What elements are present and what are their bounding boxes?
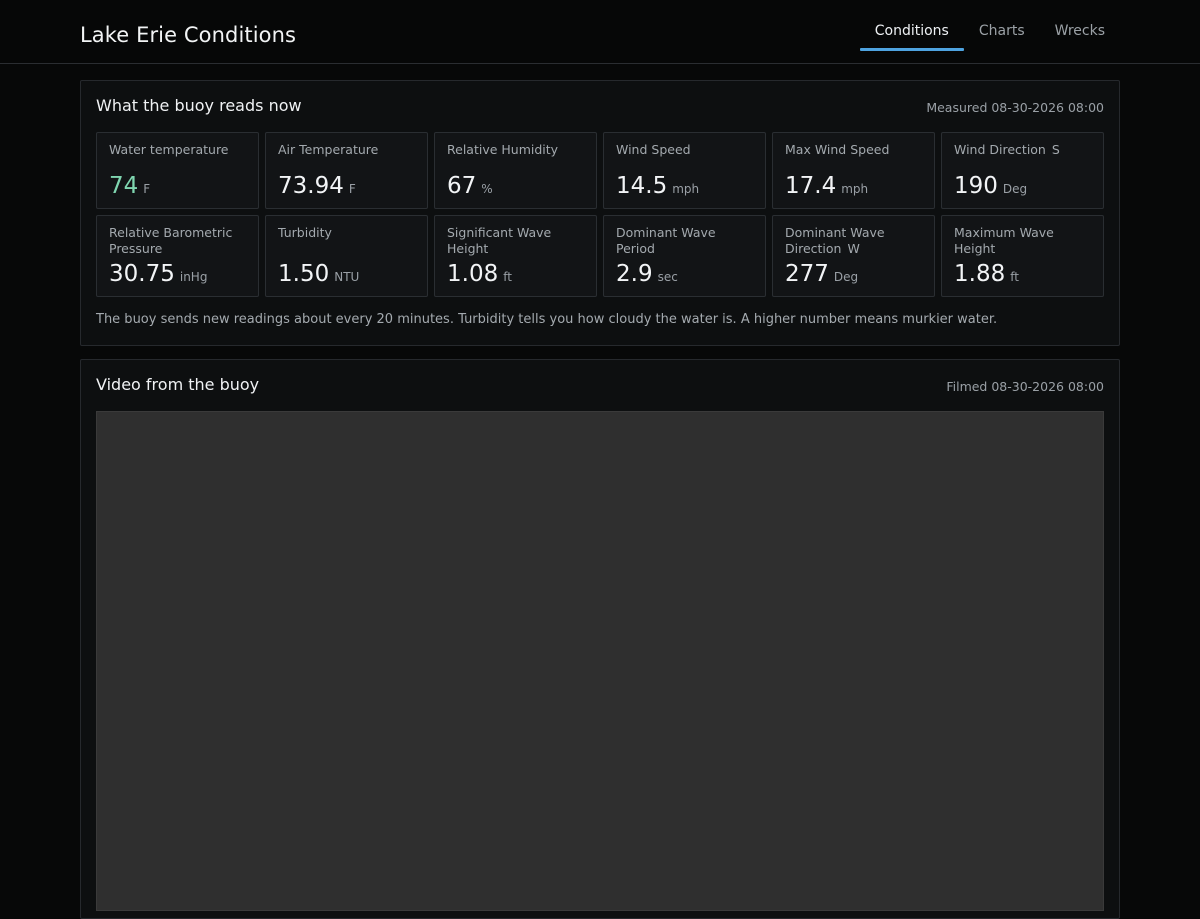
reading-label: Turbidity <box>278 225 416 241</box>
app-title: Lake Erie Conditions <box>80 23 297 47</box>
reading-wind-speed: Wind Speed 14.5 mph <box>603 132 766 209</box>
reading-unit: ft <box>503 270 512 284</box>
reading-value-row: 14.5 mph <box>616 173 699 199</box>
tab-wrecks[interactable]: Wrecks <box>1040 0 1120 64</box>
reading-label: Air Temperature <box>278 142 416 158</box>
reading-value: 1.08 <box>447 261 499 287</box>
compass-direction: S <box>1051 142 1060 157</box>
readings-grid: Water temperature 74 F Air Temperature 7… <box>96 132 1104 297</box>
reading-value-row: 1.08 ft <box>447 261 512 287</box>
reading-label-text: Wind Direction <box>954 142 1046 157</box>
reading-value-row: 74 F <box>109 173 150 199</box>
reading-relative-humidity: Relative Humidity 67 % <box>434 132 597 209</box>
reading-value: 73.94 <box>278 173 344 199</box>
video-panel: Video from the buoy Filmed 08-30-2026 08… <box>80 359 1120 919</box>
video-title: Video from the buoy <box>96 375 260 394</box>
reading-label: Dominant Wave Direction W <box>785 225 923 257</box>
reading-dominant-wave-direction: Dominant Wave Direction W 277 Deg <box>772 215 935 297</box>
reading-unit: F <box>143 182 151 196</box>
reading-turbidity: Turbidity 1.50 NTU <box>265 215 428 297</box>
reading-value: 74 <box>109 173 139 199</box>
reading-unit: mph <box>841 182 869 196</box>
reading-label: Water temperature <box>109 142 247 158</box>
reading-label: Maximum Wave Height <box>954 225 1092 257</box>
reading-label: Wind Direction S <box>954 142 1092 158</box>
filmed-timestamp: Filmed 08-30-2026 08:00 <box>946 379 1104 394</box>
reading-value-row: 1.88 ft <box>954 261 1019 287</box>
reading-value: 277 <box>785 261 829 287</box>
reading-unit: Deg <box>833 270 859 284</box>
reading-value-row: 17.4 mph <box>785 173 868 199</box>
reading-value: 14.5 <box>616 173 668 199</box>
reading-water-temperature: Water temperature 74 F <box>96 132 259 209</box>
measured-timestamp: Measured 08-30-2026 08:00 <box>926 100 1104 115</box>
reading-air-temperature: Air Temperature 73.94 F <box>265 132 428 209</box>
reading-value: 2.9 <box>616 261 653 287</box>
reading-label: Relative Barometric Pressure <box>109 225 247 257</box>
compass-direction: W <box>847 241 860 256</box>
reading-label-text: Wind Speed <box>616 142 691 157</box>
reading-unit: F <box>348 182 356 196</box>
reading-unit: ft <box>1010 270 1019 284</box>
reading-unit: Deg <box>1002 182 1028 196</box>
reading-value: 190 <box>954 173 998 199</box>
reading-value-row: 277 Deg <box>785 261 858 287</box>
current-readings-title: What the buoy reads now <box>96 96 302 115</box>
reading-label-text: Maximum Wave Height <box>954 225 1054 256</box>
main-nav: Conditions Charts Wrecks <box>859 0 1120 64</box>
reading-value: 1.50 <box>278 261 330 287</box>
reading-label-text: Significant Wave Height <box>447 225 552 256</box>
video-player[interactable] <box>96 411 1104 911</box>
reading-label-text: Dominant Wave Direction <box>785 225 885 256</box>
reading-value-row: 2.9 sec <box>616 261 678 287</box>
reading-value: 1.88 <box>954 261 1006 287</box>
reading-value-row: 1.50 NTU <box>278 261 359 287</box>
reading-label-text: Dominant Wave Period <box>616 225 716 256</box>
reading-label-text: Air Temperature <box>278 142 379 157</box>
reading-label-text: Water temperature <box>109 142 229 157</box>
reading-value: 17.4 <box>785 173 837 199</box>
current-readings-panel: What the buoy reads now Measured 08-30-2… <box>80 80 1120 346</box>
reading-label: Significant Wave Height <box>447 225 585 257</box>
reading-label-text: Max Wind Speed <box>785 142 890 157</box>
reading-wind-direction: Wind Direction S 190 Deg <box>941 132 1104 209</box>
reading-label: Relative Humidity <box>447 142 585 158</box>
reading-label-text: Relative Humidity <box>447 142 559 157</box>
reading-unit: mph <box>672 182 700 196</box>
reading-label: Wind Speed <box>616 142 754 158</box>
reading-unit: sec <box>657 270 678 284</box>
tab-charts[interactable]: Charts <box>964 0 1040 64</box>
reading-label-text: Relative Barometric Pressure <box>109 225 233 256</box>
reading-label-text: Turbidity <box>278 225 332 240</box>
reading-max-wind-speed: Max Wind Speed 17.4 mph <box>772 132 935 209</box>
top-bar: Lake Erie Conditions Conditions Charts W… <box>0 0 1200 64</box>
reading-value: 30.75 <box>109 261 175 287</box>
reading-maximum-wave-height: Maximum Wave Height 1.88 ft <box>941 215 1104 297</box>
reading-dominant-wave-period: Dominant Wave Period 2.9 sec <box>603 215 766 297</box>
reading-label: Max Wind Speed <box>785 142 923 158</box>
reading-unit: % <box>481 182 493 196</box>
reading-label: Dominant Wave Period <box>616 225 754 257</box>
reading-value: 67 <box>447 173 477 199</box>
reading-unit: inHg <box>179 270 208 284</box>
reading-unit: NTU <box>334 270 360 284</box>
reading-value-row: 67 % <box>447 173 493 199</box>
reading-value-row: 30.75 inHg <box>109 261 207 287</box>
reading-barometric-pressure: Relative Barometric Pressure 30.75 inHg <box>96 215 259 297</box>
tab-conditions[interactable]: Conditions <box>859 0 964 64</box>
reading-significant-wave-height: Significant Wave Height 1.08 ft <box>434 215 597 297</box>
reading-value-row: 190 Deg <box>954 173 1027 199</box>
reading-value-row: 73.94 F <box>278 173 356 199</box>
readings-note: The buoy sends new readings about every … <box>96 312 998 327</box>
